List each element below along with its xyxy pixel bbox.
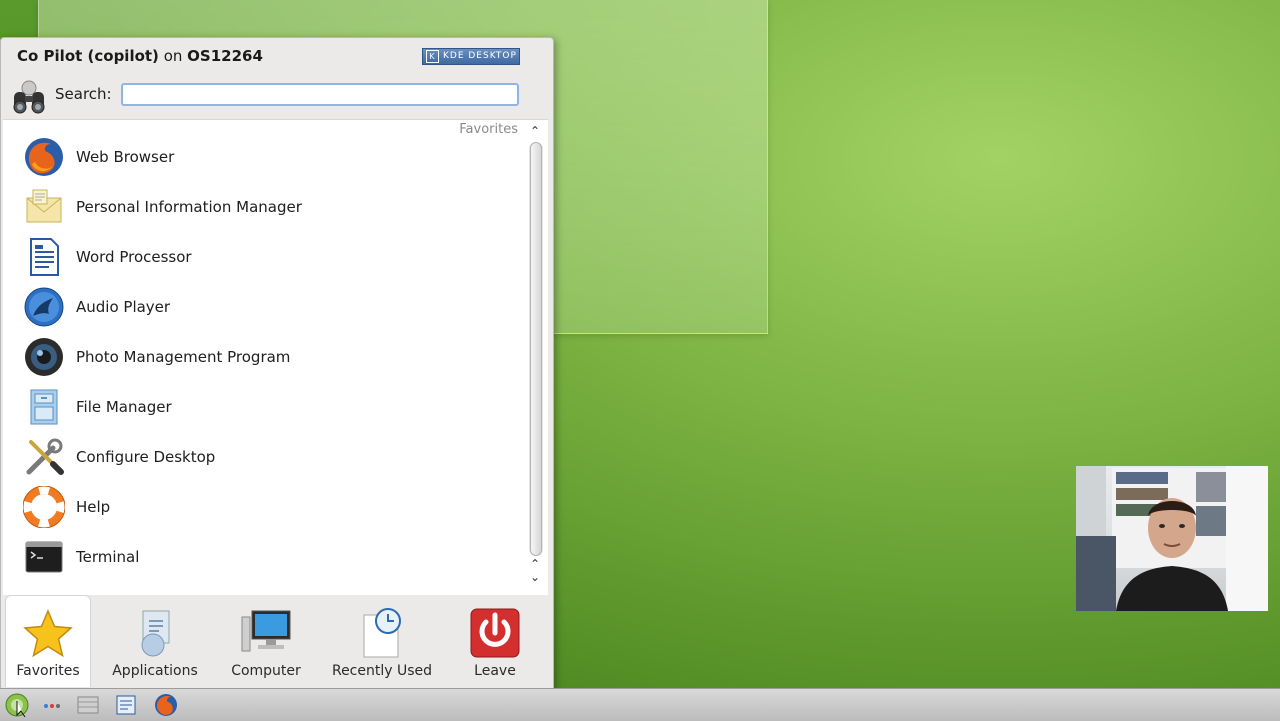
tools-icon (26, 438, 64, 475)
kickoff-menu: Co Pilot (copilot) on OS12264 K KDE DESK… (0, 37, 554, 690)
tab-label: Leave (474, 663, 516, 679)
scroll-up-arrow[interactable]: ⌃ (528, 124, 542, 138)
app-item-terminal[interactable]: Terminal (3, 532, 523, 582)
tab-applications[interactable]: Applications (103, 595, 207, 687)
computer-icon (241, 610, 291, 652)
pager-icon[interactable] (40, 693, 64, 717)
host-name: OS12264 (187, 47, 263, 65)
app-label: Audio Player (76, 298, 171, 316)
tab-label: Recently Used (331, 663, 433, 679)
binoculars-icon (13, 80, 45, 114)
tab-computer[interactable]: Computer (219, 595, 313, 687)
app-item-pim[interactable]: Personal Information Manager (3, 182, 523, 232)
search-label: Search: (55, 85, 112, 103)
audio-player-icon (24, 287, 64, 327)
app-item-help[interactable]: Help (3, 482, 523, 532)
scroll-down-arrows[interactable]: ⌃ ⌄ (528, 558, 542, 586)
firefox-icon[interactable] (154, 693, 178, 717)
taskbar (0, 688, 1280, 721)
applications-icon (141, 610, 170, 657)
tab-label: Computer (231, 663, 301, 679)
favorites-list: Favorites ⌃ ⌃ ⌄ Web Browser Personal Info… (3, 119, 548, 595)
scrollbar-thumb[interactable] (530, 142, 542, 556)
webcam-overlay (1076, 466, 1268, 611)
pim-icon (26, 189, 62, 223)
file-manager-icon (30, 389, 58, 425)
firefox-icon (25, 138, 63, 176)
kde-desktop-logo: K KDE DESKTOP (422, 48, 520, 65)
app-item-word-processor[interactable]: Word Processor (3, 232, 523, 282)
app-item-configure-desktop[interactable]: Configure Desktop (3, 432, 523, 482)
kickoff-tabbar: Favorites Applications Computer Recently… (3, 595, 548, 689)
kde-logo-text: KDE DESKTOP (443, 51, 517, 61)
app-label: Personal Information Manager (76, 198, 302, 216)
terminal-icon (25, 541, 63, 573)
tab-favorites[interactable]: Favorites (5, 595, 91, 687)
app-label: Web Browser (76, 148, 175, 166)
word-processor-icon (30, 238, 59, 276)
app-item-audio-player[interactable]: Audio Player (3, 282, 523, 332)
app-label: Configure Desktop (76, 448, 216, 466)
clock-document-icon (363, 608, 401, 658)
lifebuoy-icon (23, 486, 65, 528)
tab-leave[interactable]: Leave (451, 595, 539, 687)
app-item-web-browser[interactable]: Web Browser (3, 132, 523, 182)
app-item-file-manager[interactable]: File Manager (3, 382, 523, 432)
show-desktop-icon[interactable] (76, 693, 100, 717)
search-input[interactable] (121, 83, 519, 106)
user-display-name: Co Pilot (copilot) (17, 47, 159, 65)
tab-label: Favorites (16, 663, 80, 679)
power-icon (470, 608, 520, 658)
app-label: Photo Management Program (76, 348, 291, 366)
webcam-person-image (1076, 466, 1268, 611)
camera-lens-icon (25, 338, 63, 376)
app-label: Word Processor (76, 248, 192, 266)
tab-recently-used[interactable]: Recently Used (325, 595, 439, 687)
app-label: Terminal (76, 548, 140, 566)
app-label: Help (76, 498, 111, 516)
star-icon (23, 609, 73, 658)
kde-k-icon: K (426, 50, 439, 63)
user-host-header: Co Pilot (copilot) on OS12264 (17, 47, 263, 65)
kickoff-launcher-icon[interactable] (5, 693, 29, 717)
tab-label: Applications (112, 663, 198, 679)
app-label: File Manager (76, 398, 172, 416)
file-manager-icon[interactable] (114, 693, 138, 717)
app-item-photo-management[interactable]: Photo Management Program (3, 332, 523, 382)
on-word: on (163, 47, 183, 65)
